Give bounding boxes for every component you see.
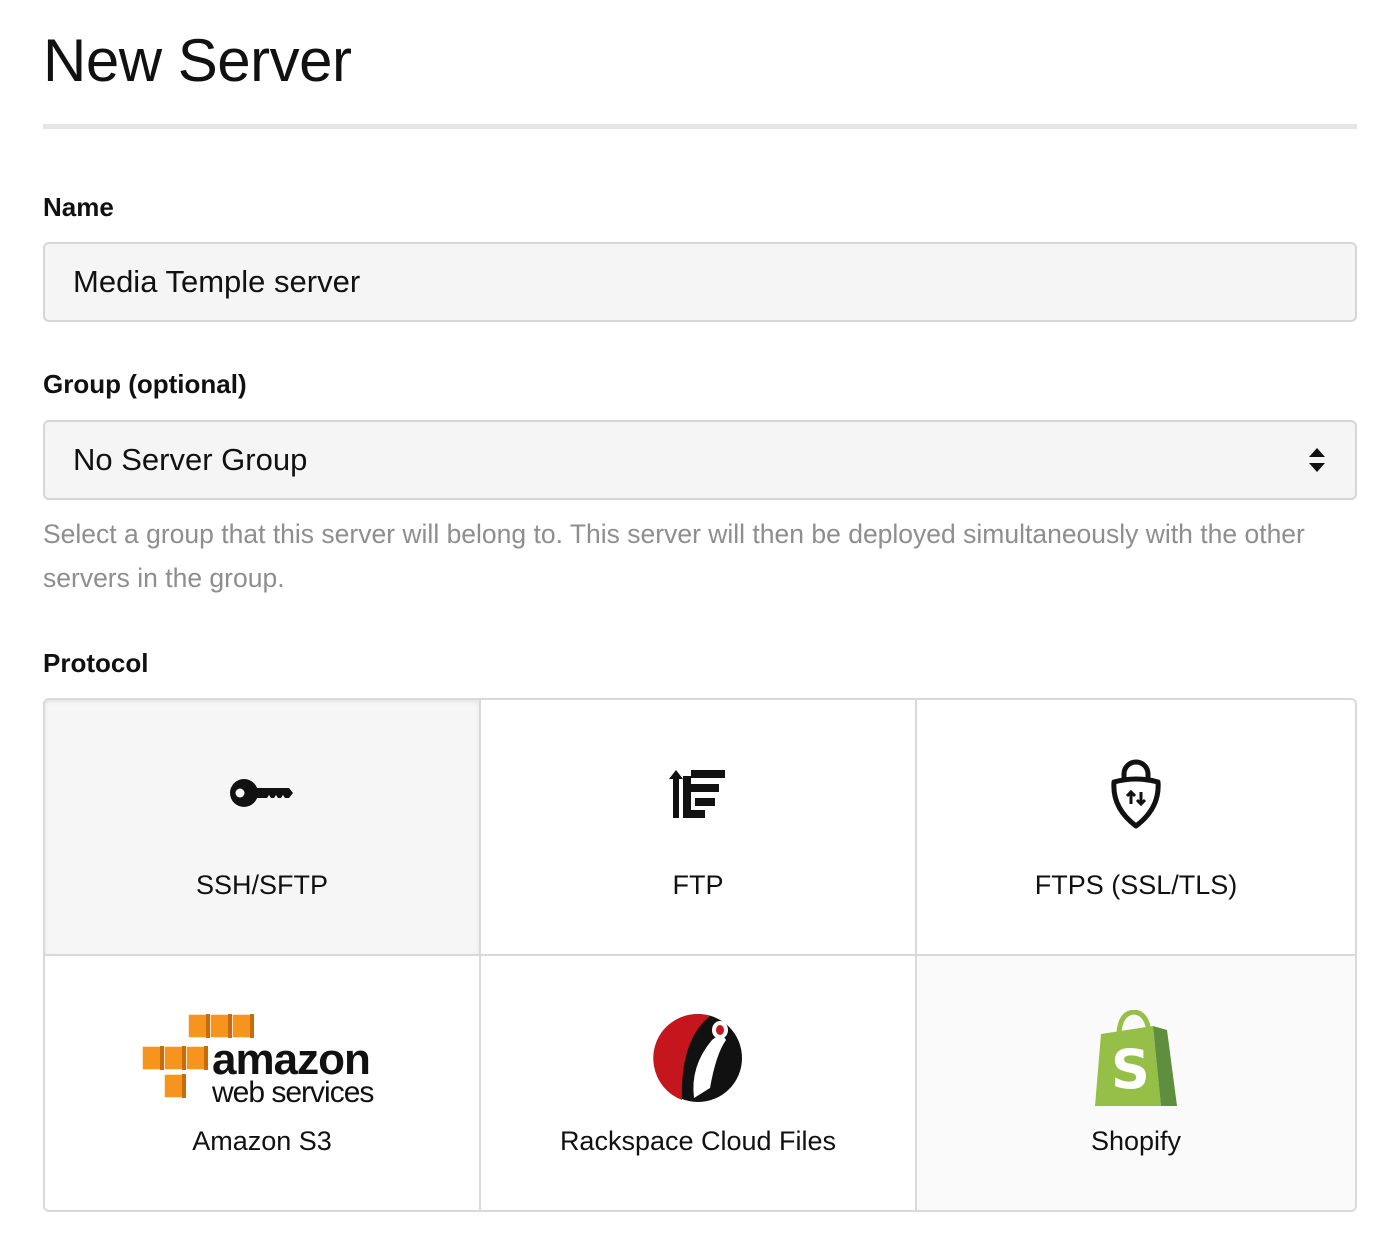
amazon-web-services-logo: amazon web services bbox=[141, 1013, 374, 1109]
rackspace-logo bbox=[653, 1014, 742, 1102]
shopify-logo-letter: S bbox=[1111, 1038, 1150, 1101]
aws-logo-subtitle: web services bbox=[211, 1076, 373, 1109]
group-label: Group (optional) bbox=[43, 369, 247, 399]
protocol-option-rackspace[interactable]: Rackspace Cloud Files bbox=[481, 956, 917, 1210]
protocol-label: Protocol bbox=[43, 648, 149, 678]
protocol-option-label: Rackspace Cloud Files bbox=[559, 1126, 837, 1156]
shopify-bag-logo: S bbox=[1095, 1010, 1177, 1106]
protocol-option-shopify[interactable]: S Shopify bbox=[917, 956, 1355, 1210]
page-title: New Server bbox=[43, 27, 352, 94]
protocol-option-label: Shopify bbox=[1090, 1126, 1182, 1156]
protocol-option-ftp[interactable]: FTP bbox=[481, 700, 917, 956]
protocol-option-ftps[interactable]: FTPS (SSL/TLS) bbox=[917, 700, 1355, 956]
protocol-option-label: FTPS (SSL/TLS) bbox=[1034, 870, 1238, 900]
ftp-icon bbox=[669, 770, 725, 818]
shield-lock-icon bbox=[1111, 759, 1161, 829]
protocol-grid: SSH/SFTP FTP FTPS (SSL/TLS) amazon web s… bbox=[43, 698, 1357, 1212]
select-arrows-icon bbox=[1309, 448, 1325, 472]
name-label: Name bbox=[43, 192, 114, 222]
protocol-option-label: SSH/SFTP bbox=[195, 870, 329, 900]
protocol-option-label: FTP bbox=[672, 870, 724, 900]
name-input[interactable] bbox=[43, 242, 1357, 322]
title-divider bbox=[43, 124, 1357, 129]
protocol-option-ssh-sftp[interactable]: SSH/SFTP bbox=[45, 700, 481, 956]
protocol-option-label: Amazon S3 bbox=[192, 1126, 332, 1156]
group-select-value: No Server Group bbox=[73, 442, 308, 477]
group-help-text: Select a group that this server will bel… bbox=[43, 519, 1305, 593]
key-icon bbox=[230, 779, 293, 807]
group-select[interactable]: No Server Group bbox=[43, 420, 1357, 500]
protocol-option-amazon-s3[interactable]: amazon web services Amazon S3 bbox=[45, 956, 481, 1210]
